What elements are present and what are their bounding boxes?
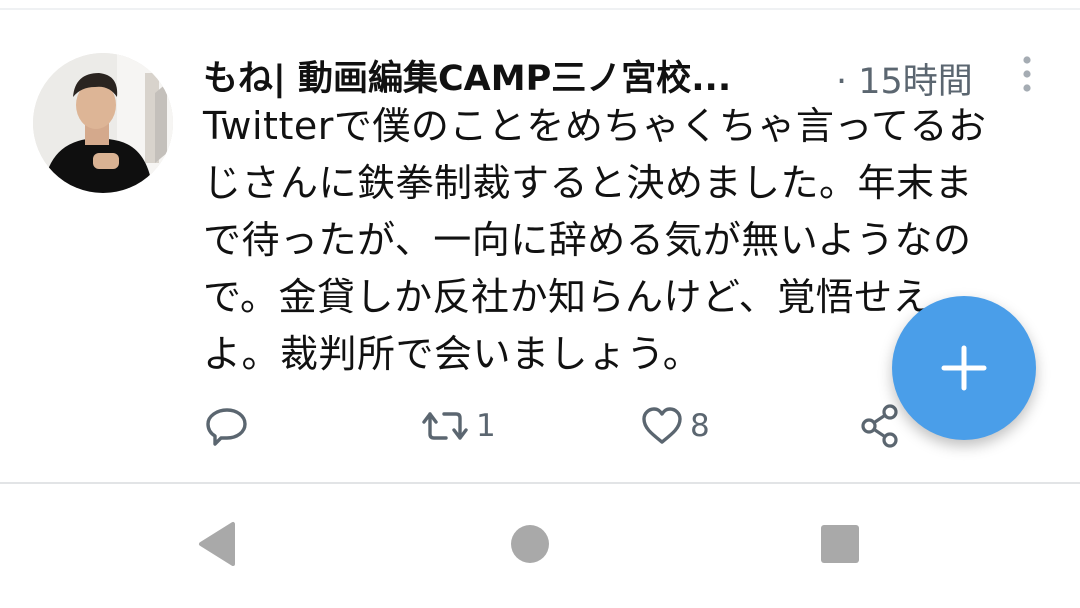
more-vertical-icon[interactable] — [1014, 54, 1040, 98]
share-icon — [861, 404, 898, 448]
share-button[interactable] — [858, 398, 902, 454]
avatar[interactable] — [33, 53, 173, 193]
tweet-text-line: じさんに鉄拳制裁すると決めました。年末ま — [203, 161, 974, 205]
heart-icon — [642, 407, 682, 444]
reply-button[interactable] — [205, 398, 249, 454]
retweet-button[interactable]: 1 — [420, 398, 496, 454]
recents-square-icon — [821, 525, 859, 563]
nav-recents-button[interactable] — [820, 524, 860, 568]
tweet-text-line: Twitterで僕のことをめちゃくちゃ言ってるお — [203, 104, 987, 148]
tweet-header: もね| 動画編集CAMP三ノ宮校... · 15時間 — [203, 44, 1003, 104]
plus-icon — [941, 345, 987, 391]
back-triangle-icon — [199, 522, 235, 566]
retweet-icon — [422, 412, 468, 440]
tweet-text-line: で待ったが、一向に辞める気が無いようなの — [203, 218, 972, 262]
retweet-count: 1 — [476, 408, 496, 444]
nav-home-button[interactable] — [510, 524, 550, 568]
home-circle-icon — [511, 525, 549, 563]
nav-back-button[interactable] — [195, 520, 239, 572]
reply-icon — [206, 408, 247, 446]
timestamp: · 15時間 — [836, 62, 973, 102]
author-name[interactable]: もね| 動画編集CAMP三ノ宮校... — [203, 50, 731, 101]
twitter-screen: もね| 動画編集CAMP三ノ宮校... · 15時間 Twitterで僕のことを… — [0, 0, 1080, 608]
like-count: 8 — [690, 408, 710, 444]
like-button[interactable]: 8 — [640, 398, 710, 454]
android-navigation-bar — [0, 484, 1080, 608]
compose-tweet-button[interactable] — [892, 296, 1036, 440]
